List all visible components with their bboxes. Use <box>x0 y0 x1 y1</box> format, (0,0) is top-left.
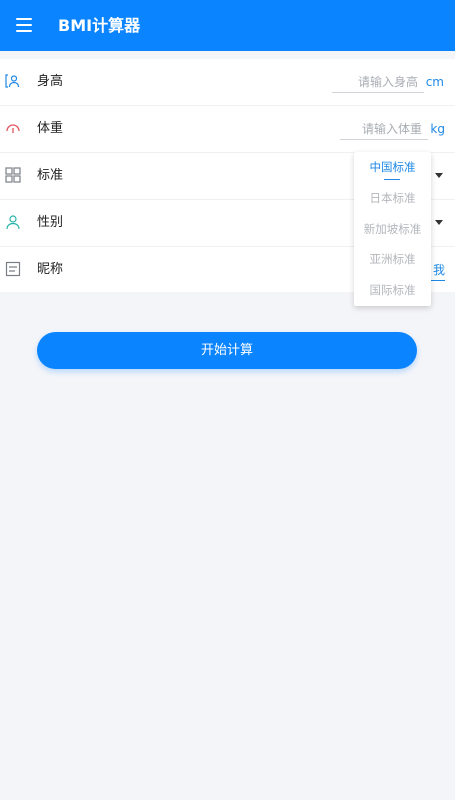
weight-label: 体重 <box>37 121 64 136</box>
page-title: BMI计算器 <box>58 16 141 35</box>
nickname-underline <box>431 280 445 281</box>
weight-unit: kg <box>430 122 445 136</box>
start-calculate-button[interactable]: 开始计算 <box>37 332 417 369</box>
gender-dropdown-caret-icon[interactable] <box>435 220 443 225</box>
hamburger-menu-icon[interactable] <box>16 18 34 32</box>
height-input[interactable] <box>332 72 424 93</box>
dropdown-option[interactable]: 中国标准 <box>354 152 431 183</box>
nickname-label: 昵称 <box>37 262 64 277</box>
note-icon <box>5 261 21 277</box>
standard-label: 标准 <box>37 168 64 183</box>
height-row: 身高 cm <box>0 59 455 106</box>
dropdown-option[interactable]: 新加坡标准 <box>354 214 431 245</box>
gender-label: 性别 <box>37 215 64 230</box>
person-icon <box>6 215 20 230</box>
dropdown-option[interactable]: 国际标准 <box>354 275 431 306</box>
nickname-input[interactable]: 我 <box>433 247 445 293</box>
person-frame-icon <box>5 74 20 88</box>
height-unit: cm <box>425 75 444 89</box>
dropdown-option[interactable]: 亚洲标准 <box>354 244 431 275</box>
weight-input[interactable] <box>340 119 428 140</box>
height-label: 身高 <box>37 74 64 89</box>
grid-icon <box>5 167 21 183</box>
standard-dropdown-caret-icon[interactable] <box>435 173 443 178</box>
app-bar: BMI计算器 <box>0 0 455 51</box>
dropdown-option[interactable]: 日本标准 <box>354 183 431 214</box>
gauge-icon <box>6 124 20 133</box>
weight-row: 体重 kg <box>0 106 455 153</box>
standard-dropdown-menu: 中国标准 日本标准 新加坡标准 亚洲标准 国际标准 <box>354 152 431 306</box>
